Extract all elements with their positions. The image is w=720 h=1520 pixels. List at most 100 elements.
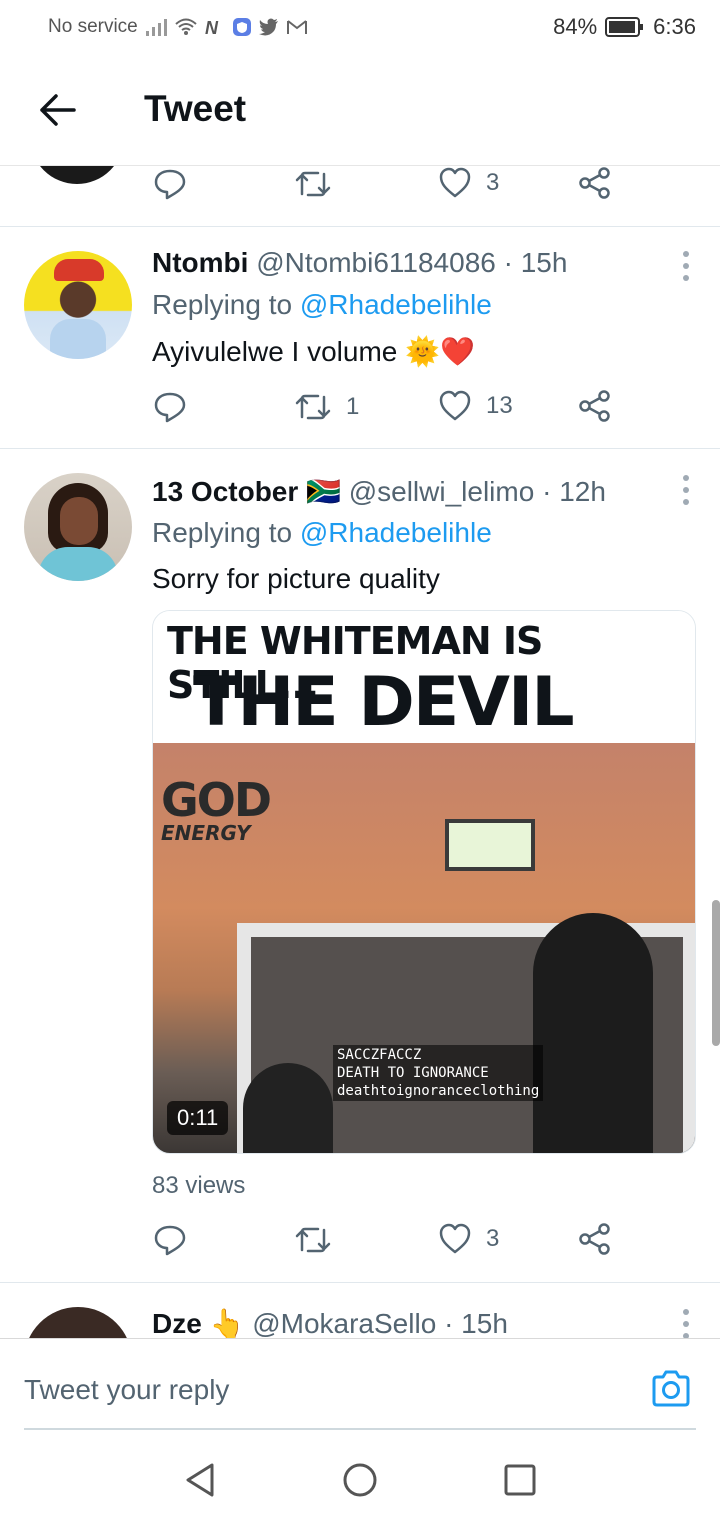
retweet-button[interactable] bbox=[294, 166, 332, 202]
replying-prefix: Replying to bbox=[152, 289, 293, 320]
video-caption: SACCZFACCZ DEATH TO IGNORANCE deathtoign… bbox=[333, 1045, 544, 1101]
avatar-13-october[interactable] bbox=[24, 473, 132, 581]
display-name[interactable]: 13 October 🇿🇦 bbox=[152, 476, 341, 507]
wifi-icon bbox=[175, 18, 197, 35]
page-title: Tweet bbox=[144, 88, 247, 129]
reply-button[interactable] bbox=[152, 389, 188, 425]
reply-icon bbox=[154, 392, 186, 423]
battery-icon bbox=[605, 17, 644, 37]
separator: · bbox=[542, 476, 560, 507]
like-icon bbox=[439, 167, 471, 198]
status-left: No service N bbox=[48, 16, 308, 38]
camera-icon[interactable] bbox=[650, 1370, 692, 1408]
action-row-previous: 3 bbox=[152, 166, 622, 206]
display-name[interactable]: Ntombi bbox=[152, 247, 248, 278]
nav-back-icon[interactable] bbox=[184, 1462, 216, 1498]
like-button[interactable]: 13 bbox=[438, 389, 513, 423]
replying-to: Replying to @Rhadebelihle bbox=[152, 289, 492, 321]
signal-icon bbox=[145, 19, 167, 36]
like-button[interactable]: 3 bbox=[438, 1222, 499, 1256]
more-icon[interactable] bbox=[682, 475, 690, 505]
retweet-button[interactable]: 1 bbox=[294, 389, 359, 425]
gmail-icon bbox=[286, 20, 307, 34]
replying-to-link[interactable]: @Rhadebelihle bbox=[300, 289, 492, 320]
watermark-text-1: GOD bbox=[161, 773, 272, 827]
retweet-count: 1 bbox=[346, 393, 360, 420]
separator: · bbox=[444, 1308, 462, 1338]
scrollbar[interactable] bbox=[712, 900, 720, 1046]
tweet-meta: 13 October 🇿🇦 @sellwi_lelimo · 12h bbox=[152, 475, 606, 508]
replying-to-link[interactable]: @Rhadebelihle bbox=[300, 517, 492, 548]
tweet-dze[interactable]: Dze 👆 @MokaraSello · 15h bbox=[0, 1283, 720, 1338]
reply-button[interactable] bbox=[152, 1222, 188, 1258]
tweet-time: 15h bbox=[461, 1308, 508, 1338]
caption-line-1: SACCZFACCZ bbox=[337, 1047, 422, 1063]
retweet-button[interactable] bbox=[294, 1222, 332, 1258]
reply-input[interactable]: Tweet your reply bbox=[24, 1374, 229, 1406]
status-right: 84% 6:36 bbox=[553, 14, 696, 40]
tweet-meta: Ntombi @Ntombi61184086 · 15h bbox=[152, 247, 567, 279]
video-headline-2: THE DEVIL bbox=[193, 663, 575, 742]
action-row: 3 bbox=[152, 1222, 622, 1262]
share-icon bbox=[579, 1223, 610, 1255]
tweet-text: Ayivulelwe I volume 🌞❤️ bbox=[152, 336, 475, 367]
video-frame: GOD ENERGY SACCZFACCZ DEATH TO IGNORANCE… bbox=[153, 743, 695, 1153]
status-bar: No service N 84% 6:36 bbox=[0, 0, 720, 56]
share-icon bbox=[579, 167, 610, 199]
share-icon bbox=[579, 390, 610, 422]
avatar-ntombi[interactable] bbox=[24, 251, 132, 359]
nfc-icon: N bbox=[205, 18, 219, 37]
wall-light bbox=[445, 819, 535, 871]
view-count: 83 views bbox=[152, 1172, 246, 1199]
video-headline-banner: THE WHITEMAN IS STILL... THE DEVIL bbox=[153, 611, 695, 743]
like-icon bbox=[439, 390, 471, 421]
caption-line-2: DEATH TO IGNORANCE bbox=[337, 1065, 489, 1081]
tweet-ntombi[interactable]: Ntombi @Ntombi61184086 · 15h Replying to… bbox=[0, 227, 720, 447]
reply-button[interactable] bbox=[152, 166, 188, 202]
like-icon bbox=[439, 1223, 471, 1254]
replying-to: Replying to @Rhadebelihle bbox=[152, 517, 492, 549]
carrier-text: No service bbox=[48, 16, 138, 37]
nav-recents-icon[interactable] bbox=[504, 1464, 536, 1496]
more-icon[interactable] bbox=[682, 251, 690, 281]
system-nav-bar bbox=[0, 1430, 720, 1520]
clock-text: 6:36 bbox=[653, 14, 696, 39]
share-button[interactable] bbox=[578, 1222, 612, 1256]
display-name[interactable]: Dze 👆 bbox=[152, 1308, 244, 1338]
like-button[interactable]: 3 bbox=[438, 166, 499, 200]
more-icon[interactable] bbox=[682, 1309, 690, 1338]
audience-silhouette bbox=[243, 1063, 333, 1153]
like-count: 13 bbox=[486, 392, 513, 419]
replying-prefix: Replying to bbox=[152, 517, 293, 548]
share-button[interactable] bbox=[578, 389, 612, 423]
speaker-silhouette bbox=[533, 913, 653, 1153]
battery-text: 84% bbox=[553, 14, 598, 39]
user-handle[interactable]: @Ntombi61184086 bbox=[256, 247, 496, 278]
tweet-time: 15h bbox=[520, 247, 568, 278]
action-row: 1 13 bbox=[152, 389, 622, 429]
retweet-icon bbox=[295, 394, 331, 420]
reply-icon bbox=[154, 1225, 186, 1256]
caption-line-3: deathtoignoranceclothing bbox=[337, 1083, 540, 1099]
back-arrow-icon[interactable] bbox=[36, 92, 76, 128]
twitter-notification-icon bbox=[258, 18, 278, 36]
retweet-icon bbox=[295, 171, 331, 197]
reply-icon bbox=[154, 169, 186, 200]
tweet-time: 12h bbox=[559, 476, 606, 507]
share-button[interactable] bbox=[578, 166, 612, 200]
video-player[interactable]: THE WHITEMAN IS STILL... THE DEVIL GOD E… bbox=[152, 610, 696, 1154]
video-duration-badge: 0:11 bbox=[167, 1101, 229, 1135]
like-count: 3 bbox=[486, 1225, 500, 1252]
avatar-dze[interactable] bbox=[24, 1307, 132, 1338]
top-app-bar bbox=[0, 56, 720, 166]
watermark-logo: GOD ENERGY bbox=[161, 773, 272, 845]
svg-text:N: N bbox=[205, 18, 219, 37]
retweet-icon bbox=[295, 1227, 331, 1253]
shield-app-icon bbox=[232, 18, 251, 36]
nav-home-icon[interactable] bbox=[342, 1462, 378, 1498]
like-count: 3 bbox=[486, 169, 500, 196]
tweet-meta: Dze 👆 @MokaraSello · 15h bbox=[152, 1307, 508, 1338]
user-handle[interactable]: @sellwi_lelimo bbox=[349, 476, 535, 507]
user-handle[interactable]: @MokaraSello bbox=[252, 1308, 436, 1338]
tweet-text: Sorry for picture quality bbox=[152, 563, 440, 594]
